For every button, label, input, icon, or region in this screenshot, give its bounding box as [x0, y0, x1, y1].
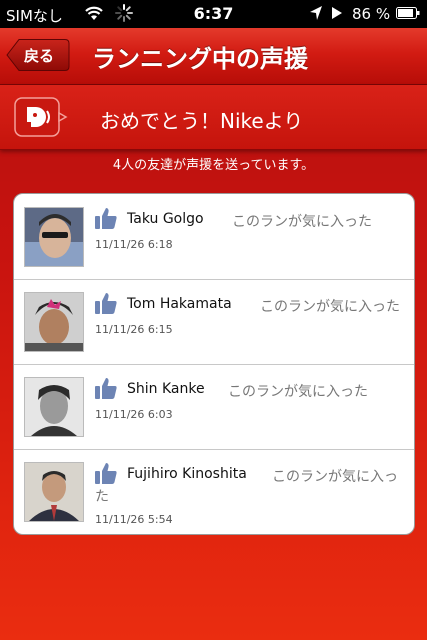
thumbs-up-icon	[95, 378, 117, 399]
cheer-banner: おめでとう！Nikeより	[0, 85, 427, 150]
cheer-timestamp: 11/11/26 5:54	[95, 513, 173, 526]
avatar	[24, 207, 84, 267]
cheer-timestamp: 11/11/26 6:03	[95, 408, 173, 421]
page-title: ランニング中の声援	[92, 45, 308, 73]
cheer-count-text: 4人の友達が声援を送っています。	[112, 158, 315, 173]
navigation-bar: 戻る ランニング中の声援	[0, 28, 427, 85]
battery-icon	[396, 7, 420, 19]
cheer-speaker-icon	[14, 97, 68, 137]
status-bar: SIMなし 6:37 86 %	[0, 0, 427, 28]
list-item[interactable]: Tom Hakamata このランが気に入った 11/11/26 6:15	[14, 279, 414, 365]
friend-name: Taku Golgo	[127, 211, 204, 227]
cheer-action-text: このランが気に入った	[232, 214, 372, 230]
avatar	[24, 292, 84, 352]
avatar	[24, 462, 84, 522]
cheer-action-text: このランが気に入った	[228, 384, 368, 400]
friend-name: Tom Hakamata	[127, 296, 232, 312]
back-button-label: 戻る	[24, 47, 55, 65]
cheer-action-text-wrap: た	[95, 489, 109, 505]
friend-name: Shin Kanke	[127, 381, 205, 397]
avatar	[24, 377, 84, 437]
location-arrow-icon	[310, 6, 322, 20]
back-button[interactable]: 戻る	[6, 38, 70, 72]
friend-name: Fujihiro Kinoshita	[127, 466, 247, 482]
cheer-action-text: このランが気に入っ	[272, 469, 398, 485]
thumbs-up-icon	[95, 293, 117, 314]
list-item[interactable]: Fujihiro Kinoshita このランが気に入っ た 11/11/26 …	[14, 449, 414, 534]
play-icon	[332, 7, 342, 19]
list-item[interactable]: Shin Kanke このランが気に入った 11/11/26 6:03	[14, 364, 414, 450]
thumbs-up-icon	[95, 463, 117, 484]
battery-percentage: 86 %	[352, 5, 391, 23]
thumbs-up-icon	[95, 208, 117, 229]
banner-message: おめでとう！Nikeより	[100, 109, 304, 133]
cheer-timestamp: 11/11/26 6:18	[95, 238, 173, 251]
cheer-timestamp: 11/11/26 6:15	[95, 323, 173, 336]
list-item[interactable]: Taku Golgo このランが気に入った 11/11/26 6:18	[14, 194, 414, 280]
cheer-list[interactable]: Taku Golgo このランが気に入った 11/11/26 6:18 Tom …	[13, 193, 415, 535]
cheer-action-text: このランが気に入った	[260, 299, 400, 315]
